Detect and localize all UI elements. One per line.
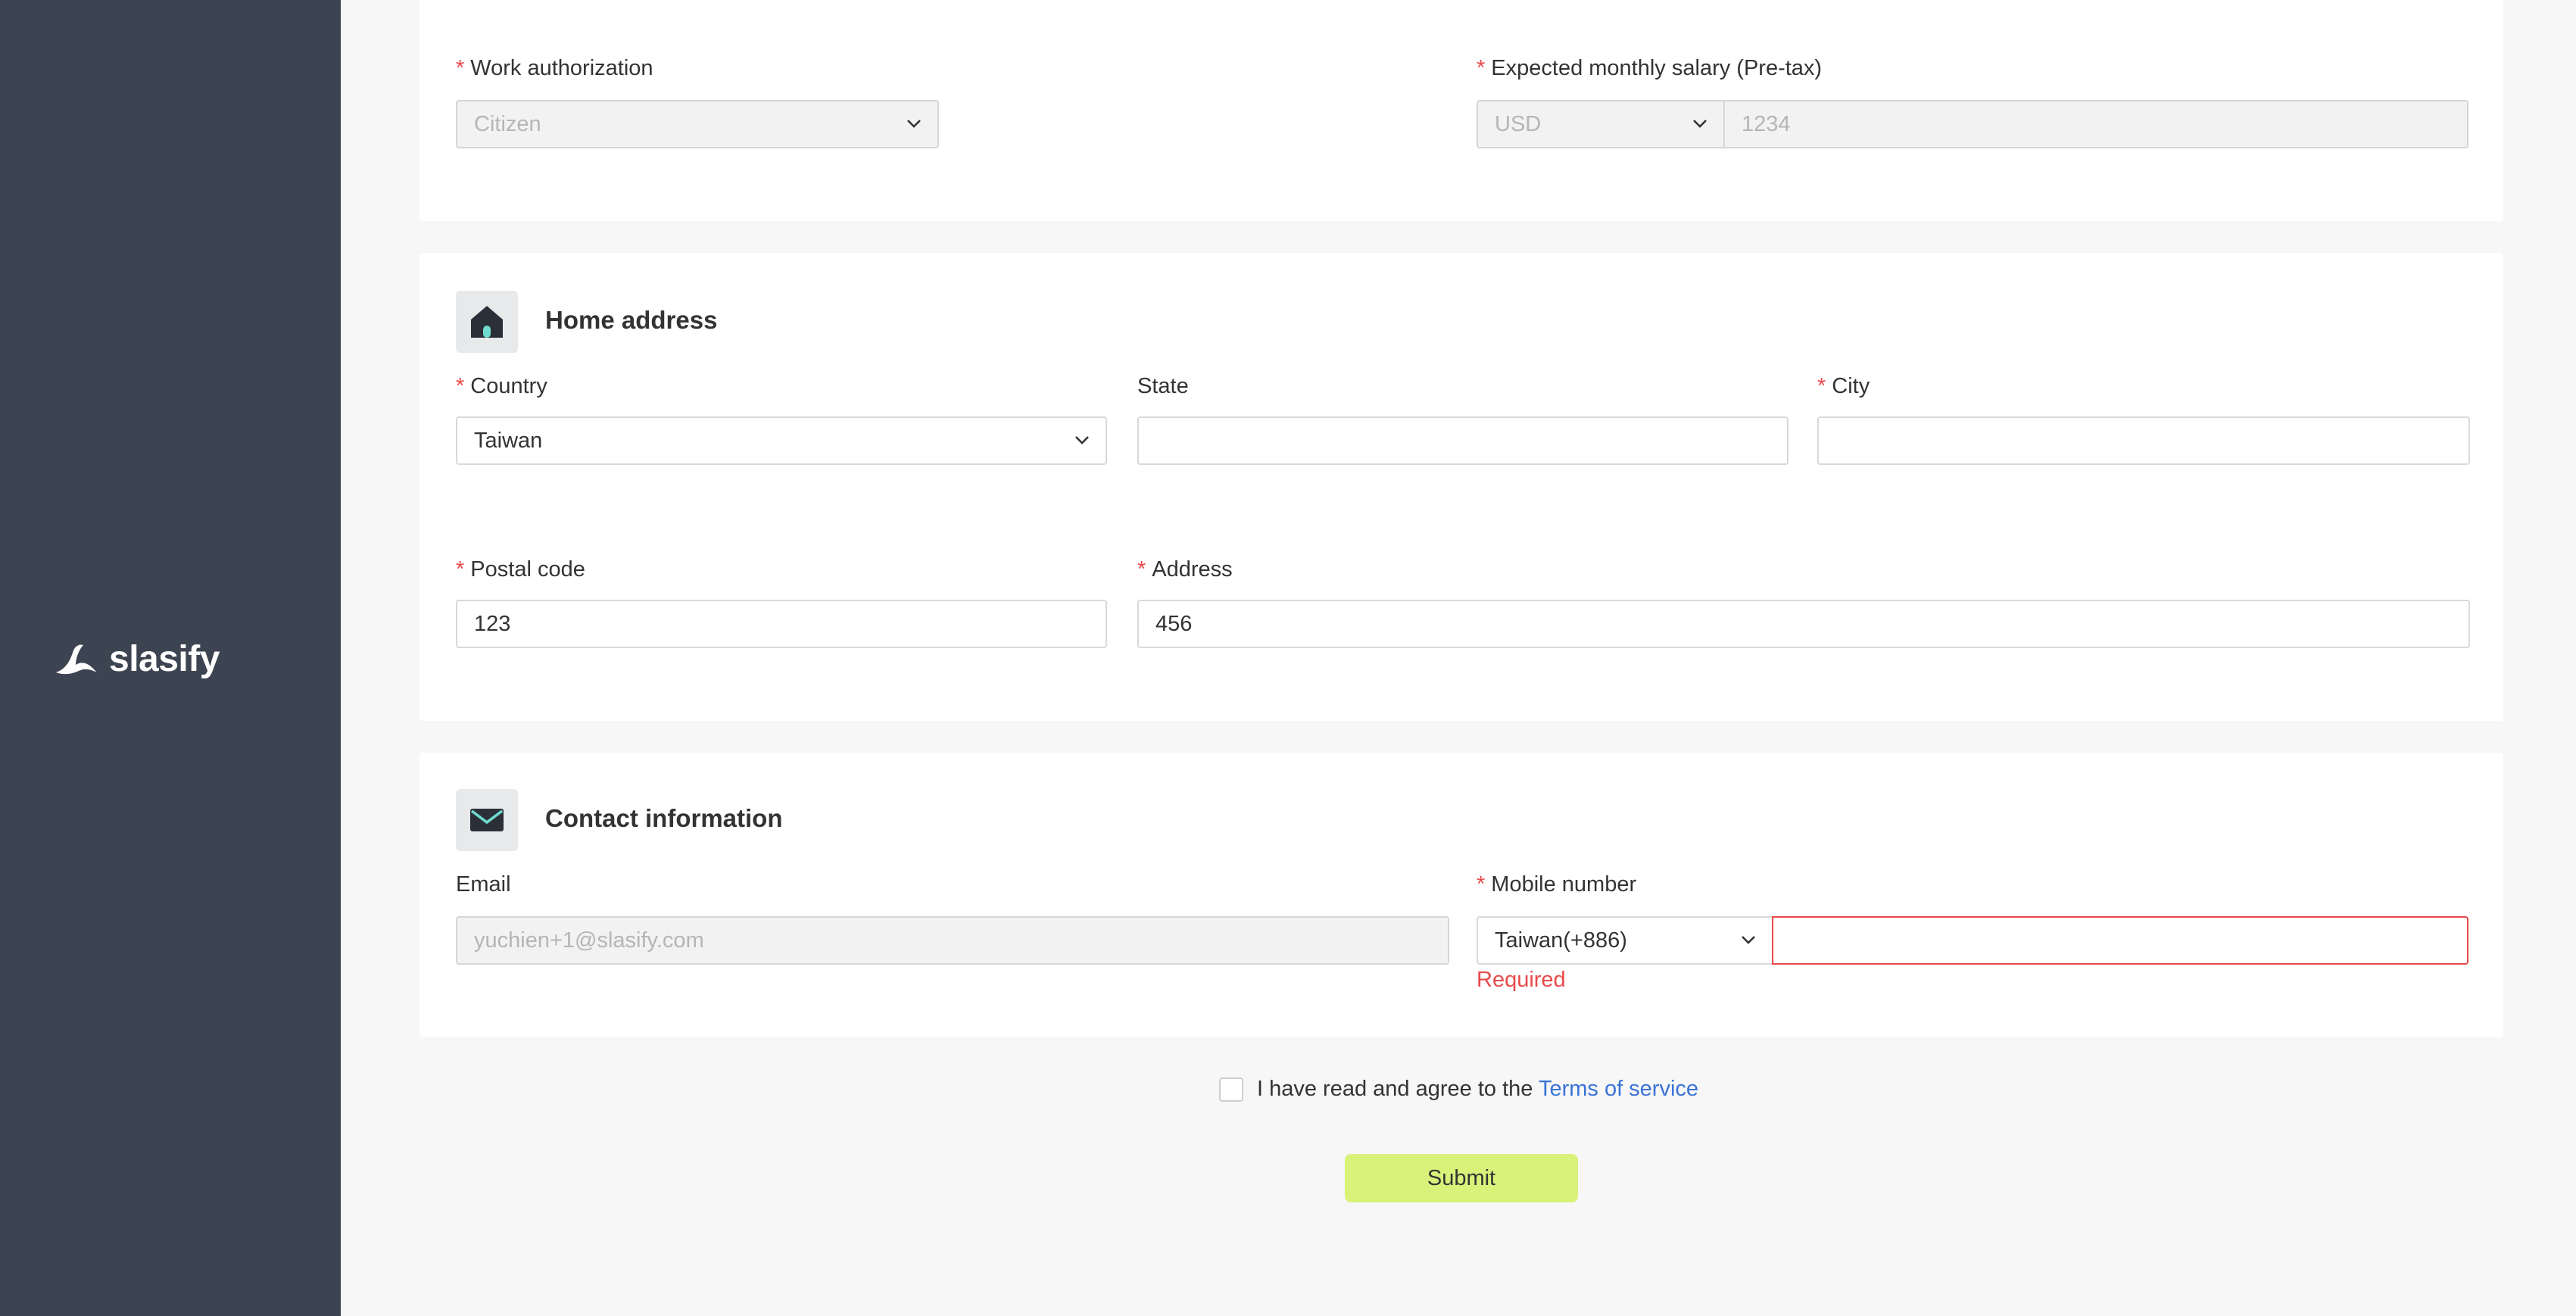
country-select[interactable]: Taiwan [456, 416, 1107, 465]
terms-text: I have read and agree to the Terms of se… [1257, 1077, 1698, 1102]
expected-salary-label: * Expected monthly salary (Pre-tax) [1477, 56, 1822, 81]
work-authorization-label: * Work authorization [456, 56, 653, 81]
mobile-label-text: Mobile number [1491, 872, 1637, 897]
mobile-number-input[interactable] [1772, 916, 2468, 965]
country-label: * Country [456, 374, 547, 399]
chevron-down-icon [1072, 430, 1092, 450]
city-label: * City [1817, 374, 1870, 399]
required-marker: * [1137, 557, 1146, 582]
email-label: Email [456, 872, 511, 897]
country-label-text: Country [470, 374, 547, 398]
expected-salary-label-text: Expected monthly salary (Pre-tax) [1491, 56, 1823, 80]
city-input[interactable] [1817, 416, 2470, 465]
mobile-label: * Mobile number [1477, 872, 1636, 897]
mail-icon [456, 789, 518, 851]
mobile-country-code-value: Taiwan(+886) [1495, 928, 1627, 953]
state-input[interactable] [1137, 416, 1789, 465]
salary-currency-select[interactable]: USD [1477, 100, 1725, 148]
work-card: * Work authorization Citizen * Expected mo… [419, 0, 2503, 221]
required-marker: * [456, 374, 465, 398]
postal-code-value: 123 [474, 611, 511, 636]
required-marker: * [456, 56, 465, 80]
country-value: Taiwan [474, 428, 543, 453]
address-label: * Address [1137, 557, 1233, 582]
brand-name: slasify [109, 638, 220, 679]
home-address-title: Home address [545, 306, 718, 334]
required-marker: * [1817, 374, 1826, 398]
address-input[interactable]: 456 [1137, 600, 2470, 648]
postal-code-input[interactable]: 123 [456, 600, 1107, 648]
mobile-error-message: Required [1477, 968, 1566, 992]
chevron-down-icon [1690, 114, 1710, 133]
contact-card: Contact information Email yuchien+1@slas… [419, 753, 2503, 1037]
required-marker: * [1477, 56, 1486, 80]
terms-agreement: I have read and agree to the Terms of se… [1219, 1077, 1698, 1102]
sidebar: slasify [0, 0, 341, 1316]
submit-button[interactable]: Submit [1345, 1154, 1578, 1202]
terms-checkbox[interactable] [1219, 1077, 1243, 1102]
terms-text-label: I have read and agree to the [1257, 1077, 1533, 1101]
email-value: yuchien+1@slasify.com [474, 928, 704, 953]
salary-amount-input[interactable]: 1234 [1723, 100, 2468, 148]
address-value: 456 [1155, 611, 1193, 636]
work-authorization-value: Citizen [474, 111, 541, 136]
address-label-text: Address [1152, 557, 1233, 582]
required-marker: * [456, 557, 465, 582]
chevron-down-icon [904, 114, 924, 133]
slasify-logo-icon [56, 644, 97, 675]
terms-of-service-link[interactable]: Terms of service [1539, 1077, 1698, 1101]
contact-title: Contact information [545, 804, 783, 832]
work-authorization-label-text: Work authorization [470, 56, 653, 80]
city-label-text: City [1832, 374, 1870, 398]
required-marker: * [1477, 872, 1486, 897]
main-content: * Work authorization Citizen * Expected mo… [341, 0, 2576, 1316]
email-field[interactable]: yuchien+1@slasify.com [456, 916, 1449, 965]
chevron-down-icon [1739, 930, 1758, 950]
salary-amount-value: 1234 [1742, 111, 1791, 136]
postal-code-label-text: Postal code [470, 557, 585, 582]
postal-code-label: * Postal code [456, 557, 585, 582]
home-icon [456, 291, 518, 353]
home-address-card: Home address * Country Taiwan State * City… [419, 253, 2503, 721]
brand-logo[interactable]: slasify [53, 638, 220, 680]
state-label: State [1137, 374, 1189, 398]
salary-currency-value: USD [1495, 111, 1542, 136]
work-authorization-select[interactable]: Citizen [456, 100, 939, 148]
mobile-country-code-select[interactable]: Taiwan(+886) [1477, 916, 1773, 965]
